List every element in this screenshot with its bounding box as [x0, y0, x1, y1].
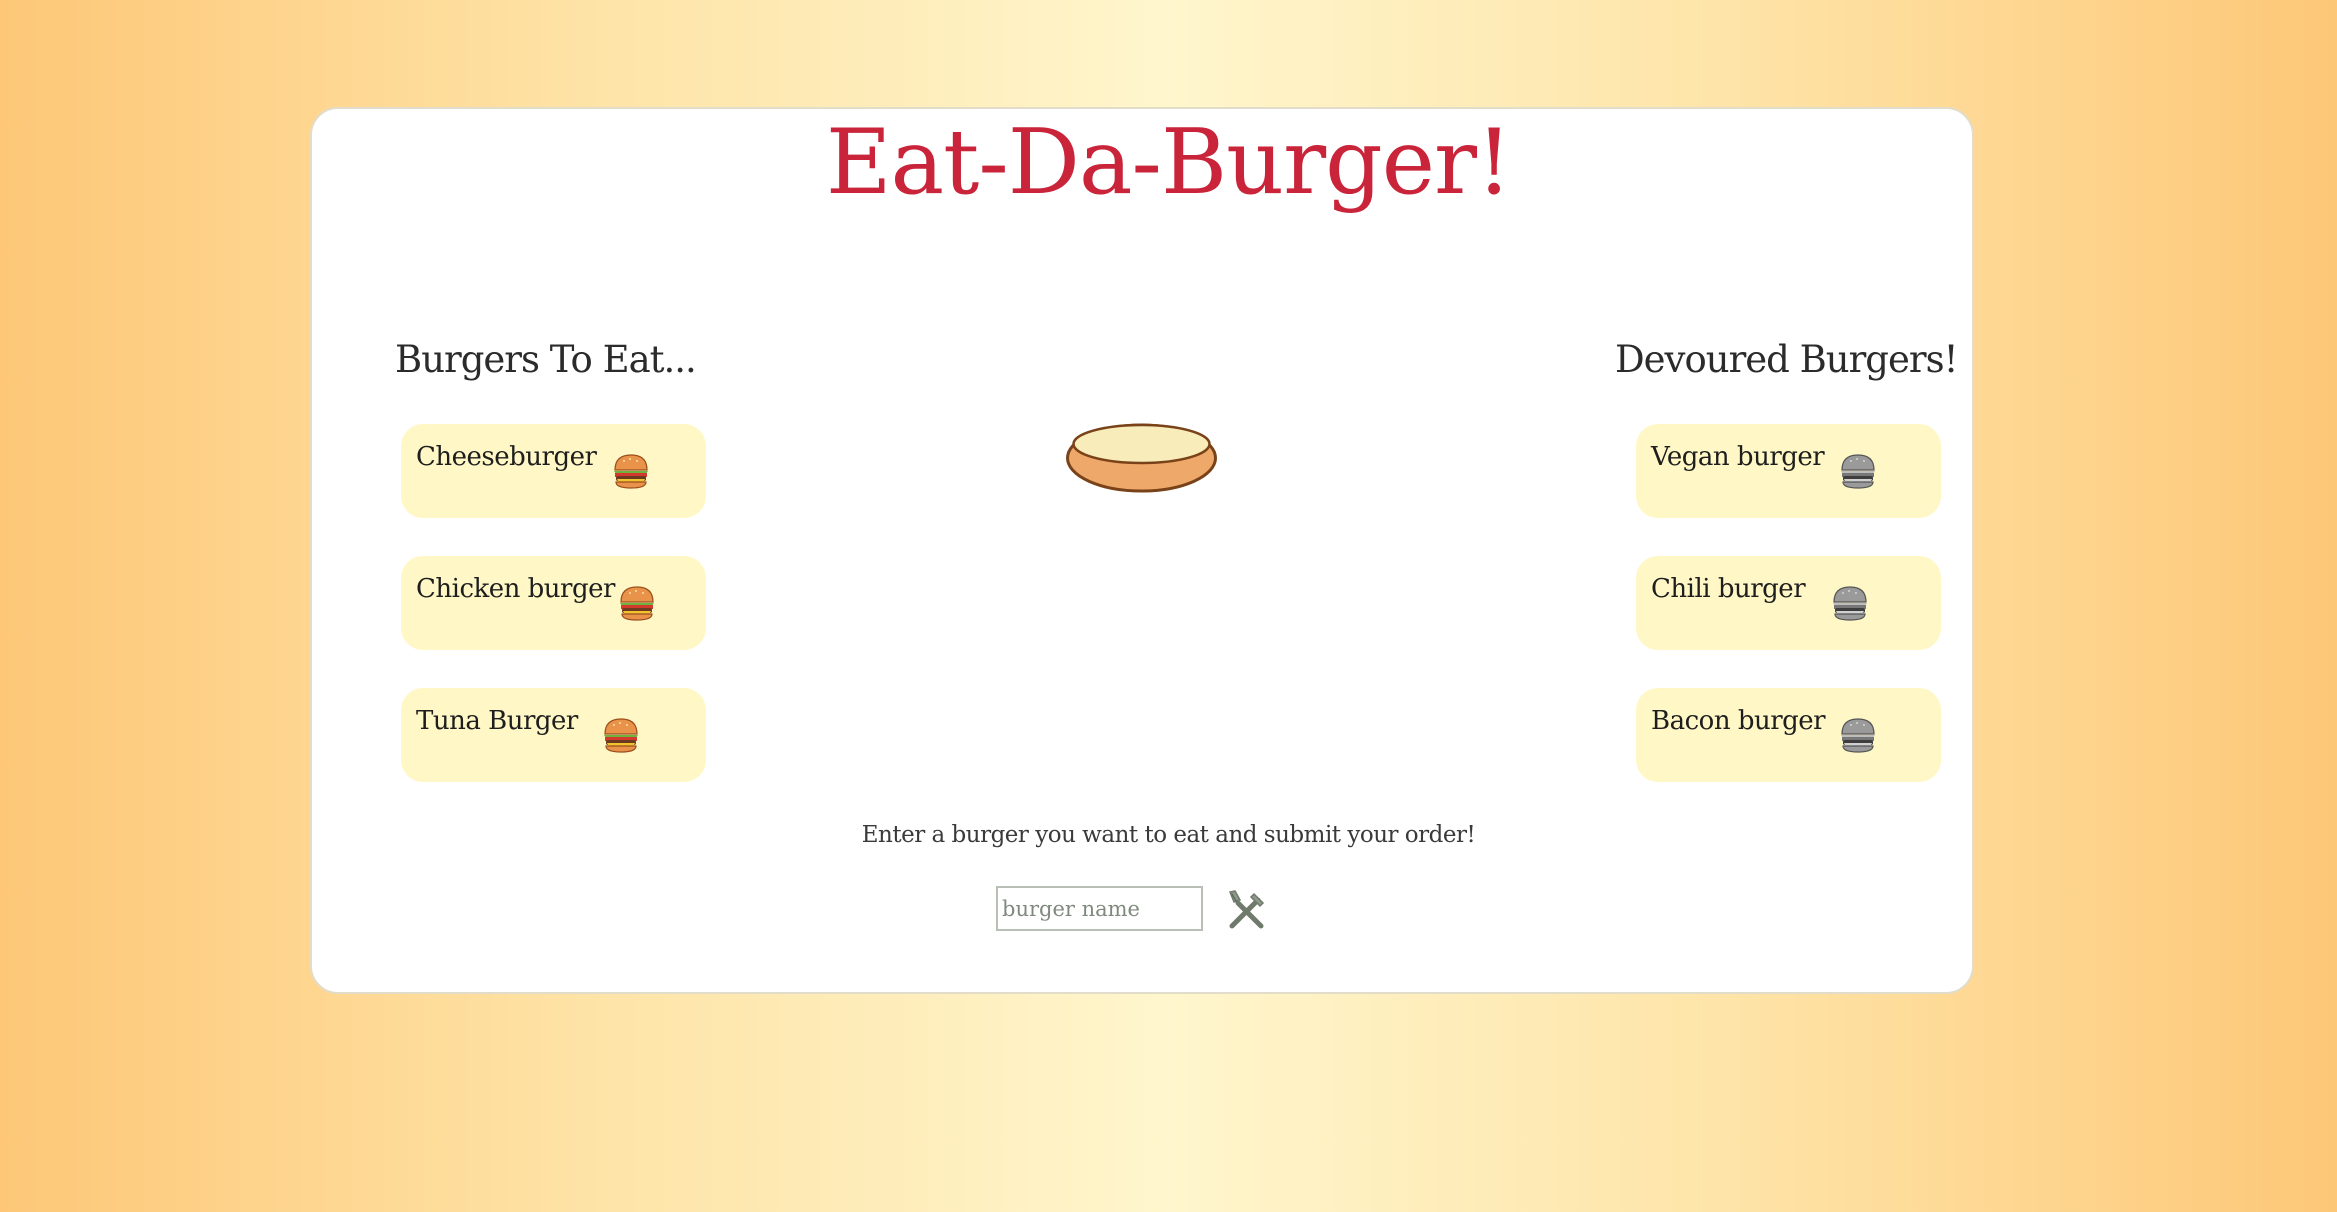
order-instructions: Enter a burger you want to eat and submi… [861, 822, 1476, 848]
devoured-burger-icon [1832, 586, 1868, 621]
burger-name: Bacon burger [1651, 706, 1826, 736]
burger-name-input[interactable] [996, 886, 1203, 931]
fork-knife-icon [1228, 890, 1265, 929]
devoured-burger-icon [1840, 454, 1876, 489]
burger-name: Tuna Burger [416, 706, 578, 736]
plate-icon [1066, 423, 1217, 493]
devoured-burgers-heading: Devoured Burgers! [1615, 338, 1958, 381]
burger-to-eat-item[interactable]: Tuna Burger [401, 688, 706, 782]
burger-name: Cheeseburger [416, 442, 597, 472]
devoured-burger-item: Vegan burger [1636, 424, 1941, 518]
devoured-burger-item: Chili burger [1636, 556, 1941, 650]
page-title: Eat-Da-Burger! [825, 110, 1512, 215]
burger-name: Chicken burger [416, 574, 615, 604]
devoured-burger-icon [1840, 718, 1876, 753]
devoured-burger-item: Bacon burger [1636, 688, 1941, 782]
burgers-to-eat-heading: Burgers To Eat... [395, 338, 697, 381]
burger-icon[interactable] [601, 716, 641, 754]
burger-icon[interactable] [611, 452, 651, 490]
burger-name: Chili burger [1651, 574, 1806, 604]
burger-name: Vegan burger [1651, 442, 1825, 472]
submit-order-button[interactable] [1224, 888, 1269, 933]
burger-to-eat-item[interactable]: Cheeseburger [401, 424, 706, 518]
burger-icon[interactable] [617, 584, 657, 622]
burger-to-eat-item[interactable]: Chicken burger [401, 556, 706, 650]
main-card [310, 107, 1974, 994]
